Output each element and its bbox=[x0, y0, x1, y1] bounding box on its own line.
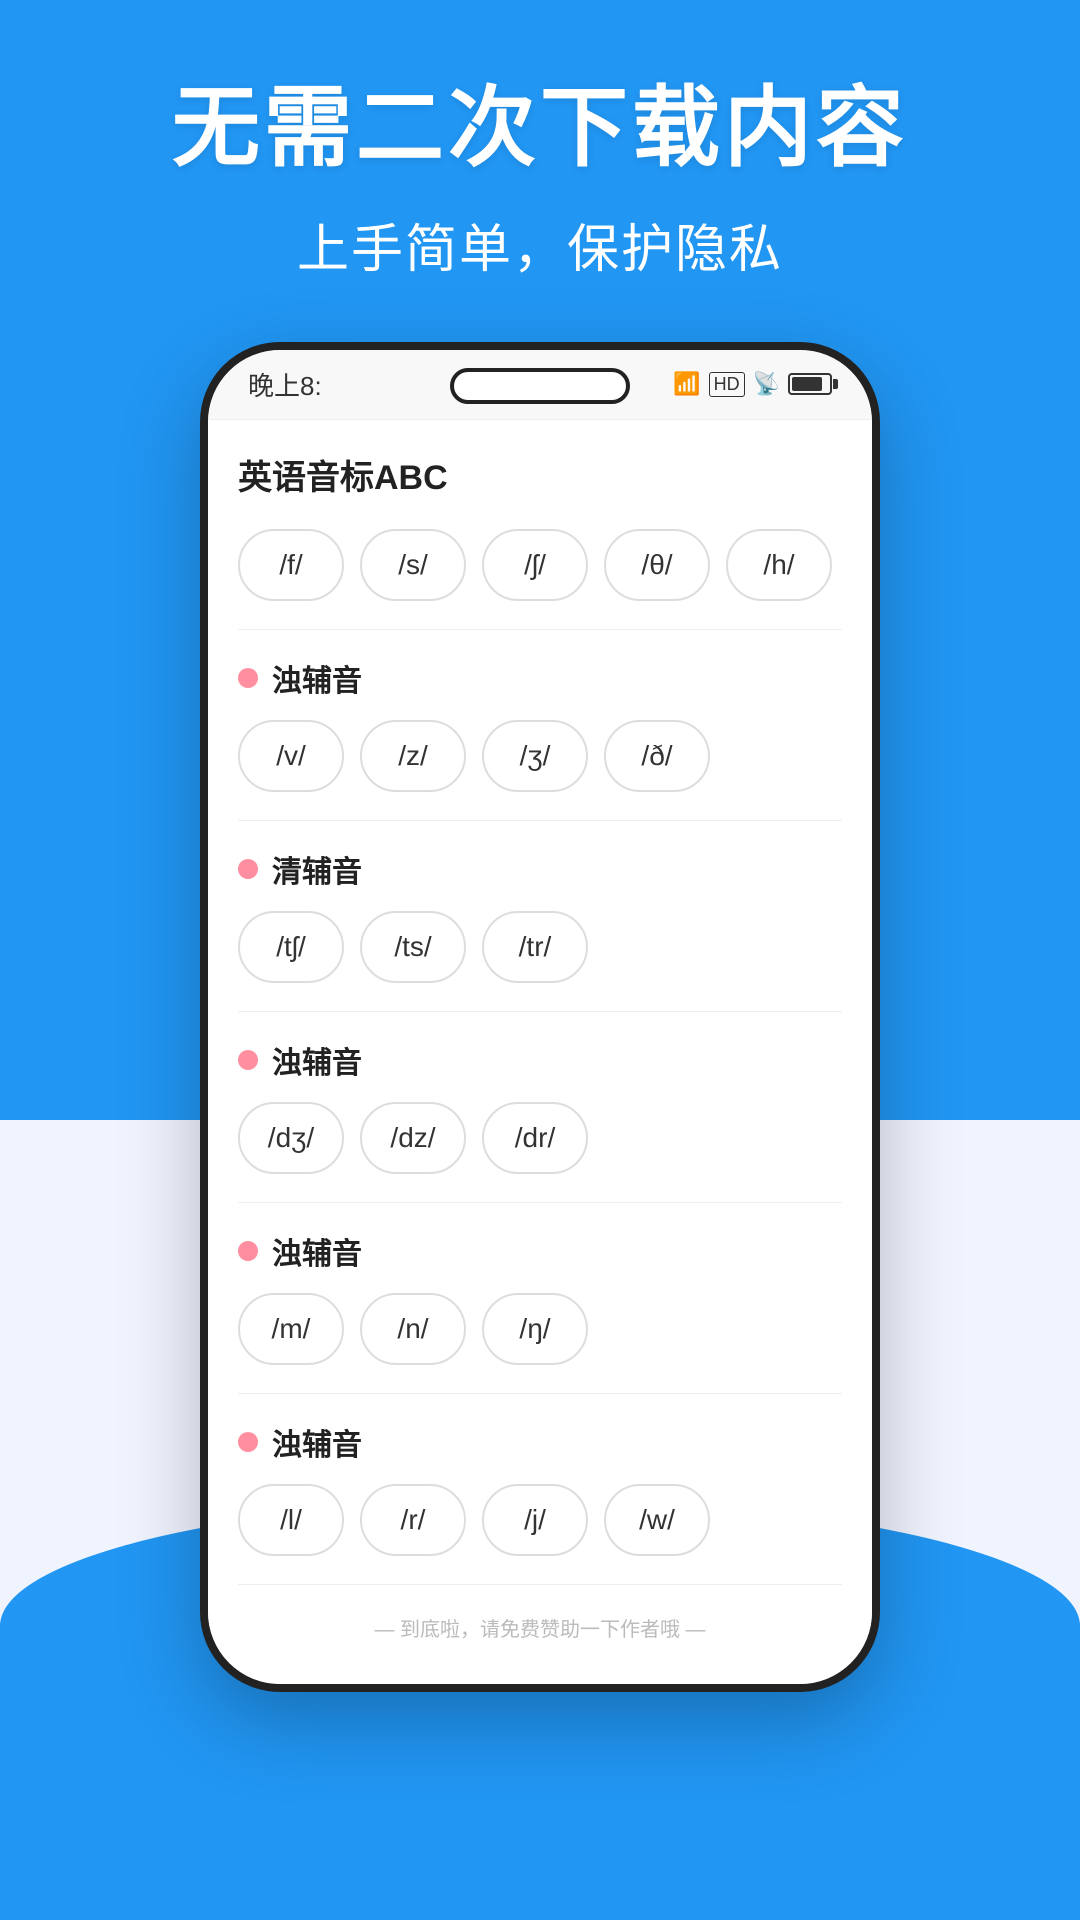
symbol-tr[interactable]: /tr/ bbox=[482, 911, 588, 983]
phone-wrapper: 晚上8: 📶 HD 📡 英语音标ABC /f/ /s/ /ʃ/ /θ/ /h/ bbox=[0, 342, 1080, 1692]
divider-6 bbox=[238, 1584, 842, 1585]
divider-2 bbox=[238, 820, 842, 821]
symbol-dr[interactable]: /dr/ bbox=[482, 1102, 588, 1174]
symbol-r[interactable]: /r/ bbox=[360, 1484, 466, 1556]
sub-title: 上手简单，保护隐私 bbox=[0, 207, 1080, 282]
screen-title: 英语音标ABC bbox=[238, 420, 842, 519]
section-dot-3 bbox=[238, 859, 258, 879]
phone-frame: 晚上8: 📶 HD 📡 英语音标ABC /f/ /s/ /ʃ/ /θ/ /h/ bbox=[200, 342, 880, 1692]
section-header-2: 浊辅音 bbox=[238, 638, 842, 710]
section-dot-4 bbox=[238, 1050, 258, 1070]
symbol-sh[interactable]: /ʃ/ bbox=[482, 529, 588, 601]
symbol-z[interactable]: /z/ bbox=[360, 720, 466, 792]
section-header-3: 清辅音 bbox=[238, 829, 842, 901]
section-label-6: 浊辅音 bbox=[272, 1420, 362, 1464]
section-dot-5 bbox=[238, 1241, 258, 1261]
symbol-zh[interactable]: /ʒ/ bbox=[482, 720, 588, 792]
signal-icon: 📶 bbox=[673, 371, 700, 397]
section-label-3: 清辅音 bbox=[272, 847, 362, 891]
symbol-ts[interactable]: /ts/ bbox=[360, 911, 466, 983]
section-dot-2 bbox=[238, 668, 258, 688]
symbol-s[interactable]: /s/ bbox=[360, 529, 466, 601]
status-time: 晚上8: bbox=[248, 366, 322, 403]
wifi-icon: 📡 bbox=[753, 371, 780, 397]
section-dot-6 bbox=[238, 1432, 258, 1452]
symbol-v[interactable]: /v/ bbox=[238, 720, 344, 792]
symbol-j[interactable]: /j/ bbox=[482, 1484, 588, 1556]
symbol-w[interactable]: /w/ bbox=[604, 1484, 710, 1556]
symbol-tsh[interactable]: /tʃ/ bbox=[238, 911, 344, 983]
symbol-l[interactable]: /l/ bbox=[238, 1484, 344, 1556]
main-title: 无需二次下载内容 bbox=[0, 80, 1080, 177]
symbol-dzh[interactable]: /dʒ/ bbox=[238, 1102, 344, 1174]
symbol-n[interactable]: /n/ bbox=[360, 1293, 466, 1365]
battery-fill bbox=[792, 377, 822, 391]
symbol-f[interactable]: /f/ bbox=[238, 529, 344, 601]
symbol-row-6: /l/ /r/ /j/ /w/ bbox=[238, 1474, 842, 1576]
hd-badge: HD bbox=[709, 372, 745, 397]
symbol-row-3: /tʃ/ /ts/ /tr/ bbox=[238, 901, 842, 1003]
symbol-theta[interactable]: /θ/ bbox=[604, 529, 710, 601]
section-header-6: 浊辅音 bbox=[238, 1402, 842, 1474]
divider-4 bbox=[238, 1202, 842, 1203]
bottom-text: — 到底啦，请免费赞助一下作者哦 — bbox=[238, 1593, 842, 1662]
symbol-row-5: /m/ /n/ /ŋ/ bbox=[238, 1283, 842, 1385]
symbol-m[interactable]: /m/ bbox=[238, 1293, 344, 1365]
phone-screen[interactable]: 英语音标ABC /f/ /s/ /ʃ/ /θ/ /h/ 浊辅音 /v/ /z/ … bbox=[208, 420, 872, 1684]
symbol-row-4: /dʒ/ /dz/ /dr/ bbox=[238, 1092, 842, 1194]
divider-3 bbox=[238, 1011, 842, 1012]
symbol-row-2: /v/ /z/ /ʒ/ /ð/ bbox=[238, 710, 842, 812]
symbol-h[interactable]: /h/ bbox=[726, 529, 832, 601]
section-header-4: 浊辅音 bbox=[238, 1020, 842, 1092]
divider-1 bbox=[238, 629, 842, 630]
symbol-ng[interactable]: /ŋ/ bbox=[482, 1293, 588, 1365]
section-header-5: 浊辅音 bbox=[238, 1211, 842, 1283]
phone-notch bbox=[450, 368, 630, 404]
section-label-2: 浊辅音 bbox=[272, 656, 362, 700]
header-area: 无需二次下载内容 上手简单，保护隐私 bbox=[0, 0, 1080, 282]
status-icons: 📶 HD 📡 bbox=[673, 371, 832, 397]
symbol-eth[interactable]: /ð/ bbox=[604, 720, 710, 792]
symbol-dz[interactable]: /dz/ bbox=[360, 1102, 466, 1174]
divider-5 bbox=[238, 1393, 842, 1394]
symbol-row-1: /f/ /s/ /ʃ/ /θ/ /h/ bbox=[238, 519, 842, 621]
section-label-4: 浊辅音 bbox=[272, 1038, 362, 1082]
section-label-5: 浊辅音 bbox=[272, 1229, 362, 1273]
battery-icon bbox=[788, 373, 832, 395]
